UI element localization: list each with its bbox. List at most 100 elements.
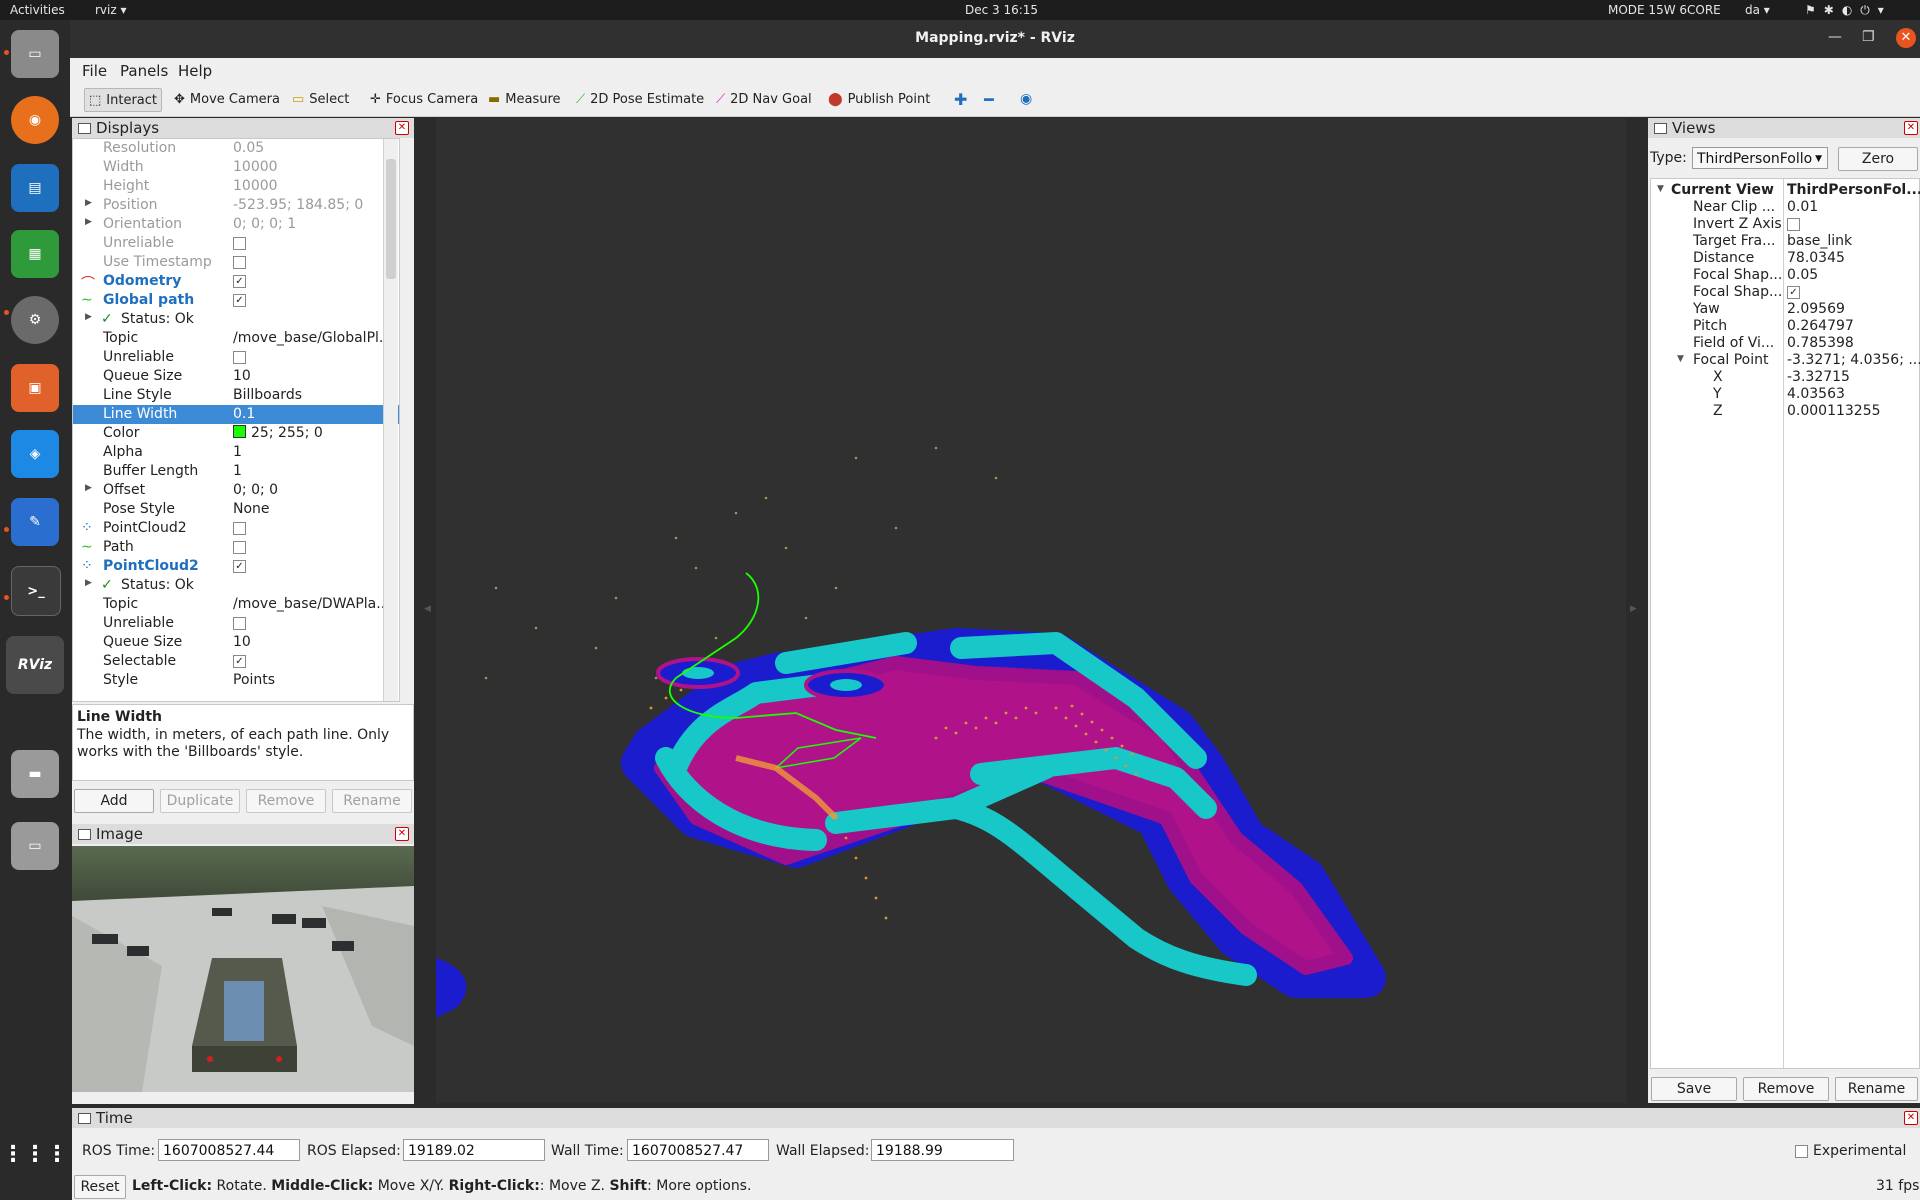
expand-arrow-icon[interactable]: ▶ <box>85 217 92 227</box>
maximize-icon[interactable]: ❐ <box>1862 29 1875 45</box>
wall-elapsed-field[interactable]: 19188.99 <box>871 1139 1014 1161</box>
tree-row[interactable]: ⁘ PointCloud2 <box>73 519 399 538</box>
tree-row[interactable]: Queue Size 10 <box>73 367 399 386</box>
collapse-arrow-icon[interactable]: ▼ <box>1677 354 1684 364</box>
focus-camera-tool[interactable]: ✛ Focus Camera <box>370 88 478 110</box>
rename-view-button[interactable]: Rename <box>1835 1077 1918 1101</box>
tool-properties-icon[interactable]: ◉ <box>1020 88 1032 110</box>
rviz-icon[interactable]: RViz <box>6 636 64 694</box>
close-panel-icon[interactable]: ✕ <box>395 121 409 135</box>
tree-row[interactable]: Z 0.000113255 <box>1651 402 1919 421</box>
tree-row[interactable]: ▶ ✓ Status: Ok <box>73 310 399 329</box>
tree-row[interactable]: ▶ ✓ Status: Ok <box>73 576 399 595</box>
tree-row[interactable]: Resolution 0.05 <box>73 139 399 158</box>
tree-row[interactable]: ▶ Orientation 0; 0; 0; 1 <box>73 215 399 234</box>
activities-button[interactable]: Activities <box>10 3 65 17</box>
expand-arrow-icon[interactable]: ▶ <box>85 578 92 588</box>
remove-display-button[interactable]: Remove <box>246 789 326 813</box>
use-timestamp-checkbox[interactable] <box>233 256 246 269</box>
move-camera-tool[interactable]: ✥ Move Camera <box>174 88 280 110</box>
color-swatch[interactable] <box>233 425 250 441</box>
tree-row[interactable]: Topic/move_base/GlobalPl... <box>73 329 399 348</box>
render-viewport[interactable] <box>436 118 1626 1103</box>
files-icon[interactable]: ▭ <box>11 30 59 78</box>
calc-icon[interactable]: ▦ <box>11 230 59 278</box>
collapse-left-icon[interactable]: ◀ <box>424 604 431 614</box>
publish-point-tool[interactable]: ⬤ Publish Point <box>828 88 930 110</box>
experimental-checkbox[interactable] <box>1795 1145 1808 1158</box>
pose-estimate-tool[interactable]: ⟋ 2D Pose Estimate <box>576 88 704 110</box>
power-mode-indicator[interactable]: MODE 15W 6CORE <box>1608 3 1721 17</box>
global-path-checkbox[interactable]: ✓ <box>233 294 246 307</box>
settings-icon[interactable]: ⚙ <box>11 296 59 344</box>
tree-row[interactable]: ∼ Path <box>73 538 399 557</box>
nav-goal-tool[interactable]: ⟋ 2D Nav Goal <box>716 88 812 110</box>
collapse-arrow-icon[interactable]: ▼ <box>1657 184 1664 194</box>
menu-panels[interactable]: Panels <box>120 62 168 80</box>
tree-row-selected[interactable]: Line Width 0.1 <box>73 405 399 424</box>
app-grid-icon[interactable]: ⋮⋮⋮ <box>2 1130 68 1178</box>
rename-display-button[interactable]: Rename <box>332 789 412 813</box>
tree-row[interactable]: Unreliable <box>73 234 399 253</box>
tree-row[interactable]: Line Style Billboards <box>73 386 399 405</box>
drive-icon[interactable]: ▬ <box>11 750 59 798</box>
user-menu[interactable]: da ▾ <box>1745 3 1770 17</box>
expand-arrow-icon[interactable]: ▶ <box>85 312 92 322</box>
text-editor-icon[interactable]: ✎ <box>11 498 59 546</box>
ros-elapsed-field[interactable]: 19189.02 <box>403 1139 545 1161</box>
invert-z-checkbox[interactable] <box>1787 218 1800 231</box>
menu-file[interactable]: File <box>82 62 107 80</box>
collapse-right-icon[interactable]: ▶ <box>1630 604 1637 614</box>
writer-icon[interactable]: ▤ <box>11 164 59 212</box>
tree-row[interactable]: Queue Size 10 <box>73 633 399 652</box>
expand-arrow-icon[interactable]: ▶ <box>85 198 92 208</box>
tree-row[interactable]: Selectable ✓ <box>73 652 399 671</box>
tree-row[interactable]: Width 10000 <box>73 158 399 177</box>
interact-tool[interactable]: ⬚ Interact <box>84 88 163 112</box>
tree-row[interactable]: Unreliable <box>73 348 399 367</box>
tree-row[interactable]: Color 25; 255; 0 <box>73 424 399 443</box>
firefox-icon[interactable]: ◉ <box>11 96 59 144</box>
close-panel-icon[interactable]: ✕ <box>1904 121 1918 135</box>
save-view-button[interactable]: Save <box>1651 1077 1737 1101</box>
odometry-checkbox[interactable]: ✓ <box>233 275 246 288</box>
tree-row[interactable]: Buffer Length 1 <box>73 462 399 481</box>
tree-scrollbar[interactable] <box>383 139 398 701</box>
close-panel-icon[interactable]: ✕ <box>1904 1111 1918 1125</box>
wall-time-field[interactable]: 1607008527.47 <box>627 1139 769 1161</box>
pointcloud2-checkbox[interactable] <box>233 522 246 535</box>
selectable-checkbox[interactable]: ✓ <box>233 655 246 668</box>
remove-tool-icon[interactable]: ━ <box>984 88 994 110</box>
close-panel-icon[interactable]: ✕ <box>395 827 409 841</box>
duplicate-display-button[interactable]: Duplicate <box>160 789 240 813</box>
views-tree[interactable]: ▼ Current View ThirdPersonFol... Near Clip… <box>1650 178 1920 1069</box>
impress-icon[interactable]: ▣ <box>11 364 59 412</box>
view-type-select[interactable]: ThirdPersonFollo ▼ <box>1692 147 1828 169</box>
tree-row[interactable]: Pose Style None <box>73 500 399 519</box>
disk-icon[interactable]: ▭ <box>11 822 59 870</box>
remove-view-button[interactable]: Remove <box>1743 1077 1829 1101</box>
unreliable-checkbox[interactable] <box>233 237 246 250</box>
pointcloud2-checkbox[interactable]: ✓ <box>233 560 246 573</box>
select-tool[interactable]: ▭ Select <box>292 88 349 110</box>
unreliable-checkbox[interactable] <box>233 351 246 364</box>
clock[interactable]: Dec 3 16:15 <box>965 3 1038 17</box>
app-menu[interactable]: rviz ▾ <box>95 3 127 17</box>
software-icon[interactable]: ◈ <box>11 430 59 478</box>
tree-row[interactable]: ⁘ PointCloud2 ✓ <box>73 557 399 576</box>
tree-row[interactable]: ∼ Global path ✓ <box>73 291 399 310</box>
close-icon[interactable]: ✕ <box>1896 28 1916 48</box>
minimize-icon[interactable]: — <box>1828 29 1842 45</box>
path-checkbox[interactable] <box>233 541 246 554</box>
focal-shape-checkbox[interactable]: ✓ <box>1787 286 1800 299</box>
tree-row[interactable]: Use Timestamp <box>73 253 399 272</box>
expand-arrow-icon[interactable]: ▶ <box>85 483 92 493</box>
measure-tool[interactable]: ▬ Measure <box>488 88 561 110</box>
tree-row[interactable]: Style Points <box>73 671 399 690</box>
displays-tree[interactable]: Resolution 0.05 Width 10000 Height 10000 ▶ P… <box>72 138 400 702</box>
add-display-button[interactable]: Add <box>74 789 154 813</box>
add-tool-icon[interactable]: ✚ <box>954 88 967 110</box>
status-icons[interactable]: ⚑✱◐⏻▾ <box>1805 3 1892 18</box>
reset-button[interactable]: Reset <box>74 1175 126 1199</box>
tree-row[interactable]: Topic/move_base/DWAPla... <box>73 595 399 614</box>
